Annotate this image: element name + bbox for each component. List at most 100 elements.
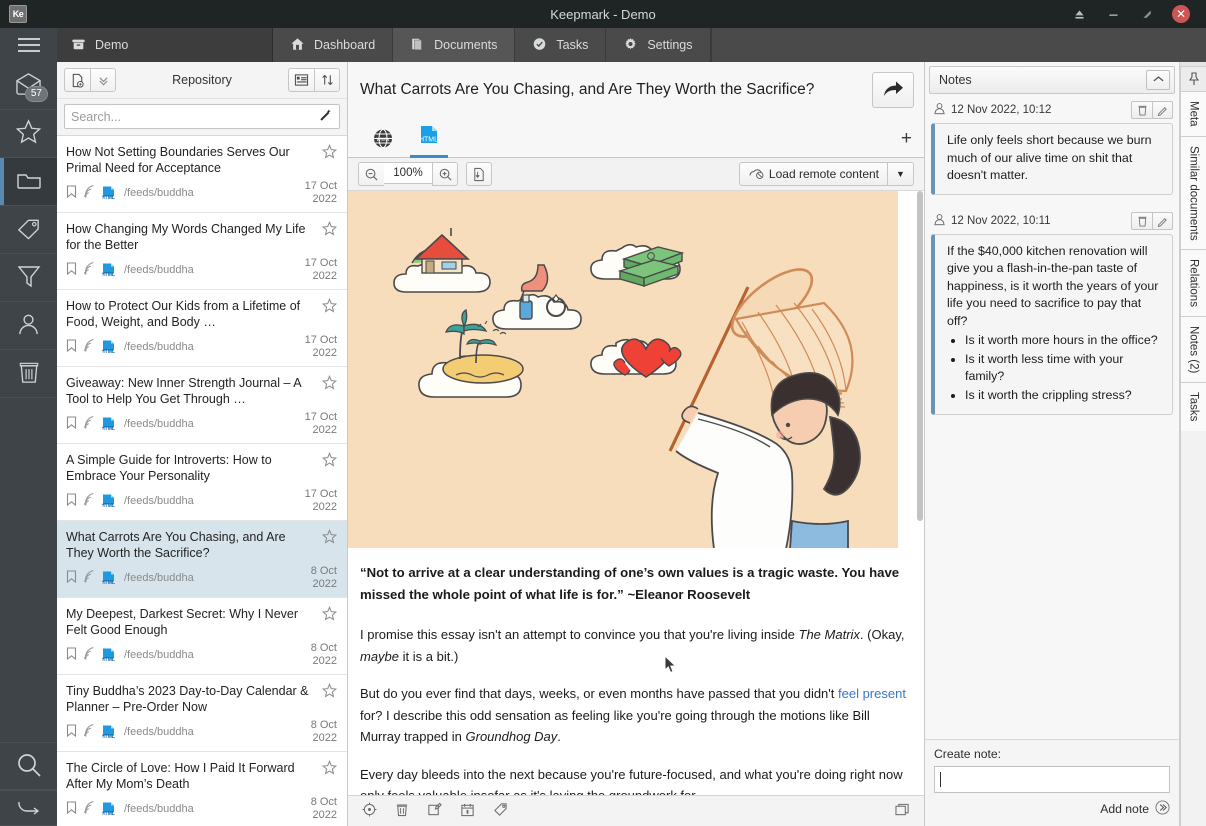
side-tab-relations[interactable]: Relations: [1180, 249, 1206, 317]
p2-text-c: .: [557, 729, 561, 744]
favorite-star-icon[interactable]: [322, 529, 337, 547]
svg-text:HTML: HTML: [102, 811, 115, 816]
load-remote-dropdown[interactable]: ▼: [888, 162, 914, 186]
tab-documents[interactable]: Documents: [393, 28, 515, 62]
create-note-input[interactable]: [934, 766, 1170, 793]
repository-tab[interactable]: Demo: [57, 28, 273, 62]
magic-wand-icon[interactable]: [318, 108, 333, 126]
zoom-in-icon[interactable]: [432, 162, 458, 186]
svg-text:HTML: HTML: [102, 657, 115, 662]
rail-item-trash[interactable]: [0, 350, 57, 398]
list-item[interactable]: How Not Setting Boundaries Serves Our Pr…: [57, 136, 347, 213]
bookmark-icon[interactable]: [66, 647, 77, 663]
hamburger-menu-icon[interactable]: [0, 28, 57, 62]
bookmark-icon[interactable]: [66, 185, 77, 201]
search-input[interactable]: [71, 110, 318, 124]
collapse-notes-button[interactable]: [1146, 70, 1170, 90]
bookmark-icon[interactable]: [66, 262, 77, 278]
bookmark-icon[interactable]: [66, 801, 77, 817]
list-item[interactable]: How to Protect Our Kids from a Lifetime …: [57, 290, 347, 367]
list-item[interactable]: A Simple Guide for Introverts: How to Em…: [57, 444, 347, 521]
rail-item-folders[interactable]: [0, 158, 57, 206]
repository-tab-label: Demo: [95, 38, 128, 52]
list-item[interactable]: My Deepest, Darkest Secret: Why I Never …: [57, 598, 347, 675]
rail-item-favorites[interactable]: [0, 110, 57, 158]
note-card[interactable]: If the $40,000 kitchen renovation will g…: [931, 234, 1173, 416]
list-item[interactable]: The Circle of Love: How I Paid It Forwar…: [57, 752, 347, 826]
rail-item-contacts[interactable]: [0, 302, 57, 350]
rail-item-back[interactable]: [0, 790, 57, 826]
side-tab-meta[interactable]: Meta: [1180, 91, 1206, 137]
rail-item-inbox[interactable]: 57: [0, 62, 57, 110]
list-item-meta: HTML/feeds/buddha8 Oct2022: [66, 642, 337, 668]
add-view-tab-button[interactable]: +: [901, 129, 912, 157]
favorite-star-icon[interactable]: [322, 452, 337, 470]
search-box[interactable]: [64, 104, 340, 129]
sort-icon[interactable]: [314, 68, 340, 92]
bookmark-icon[interactable]: [66, 339, 77, 355]
window-icon[interactable]: [895, 803, 910, 820]
minimize-icon[interactable]: [1096, 0, 1130, 28]
calendar-icon[interactable]: [460, 802, 475, 820]
notes-list[interactable]: 12 Nov 2022, 10:12Life only feels short …: [925, 94, 1179, 739]
side-tab-similar-documents[interactable]: Similar documents: [1180, 136, 1206, 251]
pin-icon[interactable]: [1180, 66, 1206, 92]
svg-text:HTML: HTML: [102, 426, 115, 431]
document-list[interactable]: How Not Setting Boundaries Serves Our Pr…: [57, 136, 347, 826]
favorite-star-icon[interactable]: [322, 760, 337, 778]
list-view-icon[interactable]: [288, 68, 314, 92]
view-tab-www[interactable]: www: [360, 119, 406, 157]
eject-icon[interactable]: [1062, 0, 1096, 28]
fit-page-icon[interactable]: [466, 162, 492, 186]
feel-present-link[interactable]: feel present: [838, 686, 906, 701]
edit-note-icon[interactable]: [427, 802, 442, 820]
trash-icon[interactable]: [395, 802, 409, 820]
list-item-path: /feeds/buddha: [124, 264, 194, 276]
load-remote-content-button[interactable]: Load remote content: [739, 162, 888, 186]
list-item[interactable]: How Changing My Words Changed My Life fo…: [57, 213, 347, 290]
edit-note-button[interactable]: [1152, 101, 1173, 119]
favorite-star-icon[interactable]: [322, 606, 337, 624]
delete-note-button[interactable]: [1131, 212, 1152, 230]
bookmark-icon[interactable]: [66, 416, 77, 432]
rail-item-tags[interactable]: [0, 206, 57, 254]
tag-icon[interactable]: [493, 802, 508, 820]
note-card[interactable]: Life only feels short because we burn mu…: [931, 123, 1173, 195]
bookmark-icon[interactable]: [66, 570, 77, 586]
list-item-meta: HTML/feeds/buddha8 Oct2022: [66, 719, 337, 745]
zoom-value[interactable]: 100%: [384, 162, 432, 184]
list-item[interactable]: Tiny Buddha’s 2023 Day-to-Day Calendar &…: [57, 675, 347, 752]
list-item[interactable]: Giveaway: New Inner Strength Journal – A…: [57, 367, 347, 444]
favorite-star-icon[interactable]: [322, 375, 337, 393]
svg-text:www: www: [376, 137, 391, 143]
tab-settings[interactable]: Settings: [606, 28, 710, 62]
tab-dashboard[interactable]: Dashboard: [273, 28, 393, 62]
share-button[interactable]: [872, 72, 914, 108]
rail-item-filters[interactable]: [0, 254, 57, 302]
list-item[interactable]: What Carrots Are You Chasing, and Are Th…: [57, 521, 347, 598]
new-document-button[interactable]: [64, 68, 90, 92]
bookmark-icon[interactable]: [66, 493, 77, 509]
list-item-top: The Circle of Love: How I Paid It Forwar…: [66, 760, 337, 792]
chevron-double-down-icon[interactable]: [90, 68, 116, 92]
bookmark-icon[interactable]: [66, 724, 77, 740]
list-item-meta: HTML/feeds/buddha17 Oct2022: [66, 334, 337, 360]
delete-note-button[interactable]: [1131, 101, 1152, 119]
tab-tasks[interactable]: Tasks: [515, 28, 606, 62]
side-tab-notes[interactable]: Notes (2): [1180, 316, 1206, 383]
close-button[interactable]: ✕: [1164, 0, 1198, 28]
target-icon[interactable]: [362, 802, 377, 820]
favorite-star-icon[interactable]: [322, 683, 337, 701]
view-tab-html[interactable]: HTML: [406, 119, 452, 157]
favorite-star-icon[interactable]: [322, 144, 337, 162]
favorite-star-icon[interactable]: [322, 298, 337, 316]
maximize-icon[interactable]: [1130, 0, 1164, 28]
side-tab-tasks[interactable]: Tasks: [1180, 382, 1206, 431]
inbox-badge: 57: [25, 86, 48, 102]
article-viewport[interactable]: “Not to arrive at a clear understanding …: [348, 191, 924, 795]
edit-note-button[interactable]: [1152, 212, 1173, 230]
favorite-star-icon[interactable]: [322, 221, 337, 239]
add-note-button[interactable]: Add note: [934, 800, 1170, 818]
rail-item-search[interactable]: [0, 742, 57, 790]
zoom-out-icon[interactable]: [358, 162, 384, 186]
